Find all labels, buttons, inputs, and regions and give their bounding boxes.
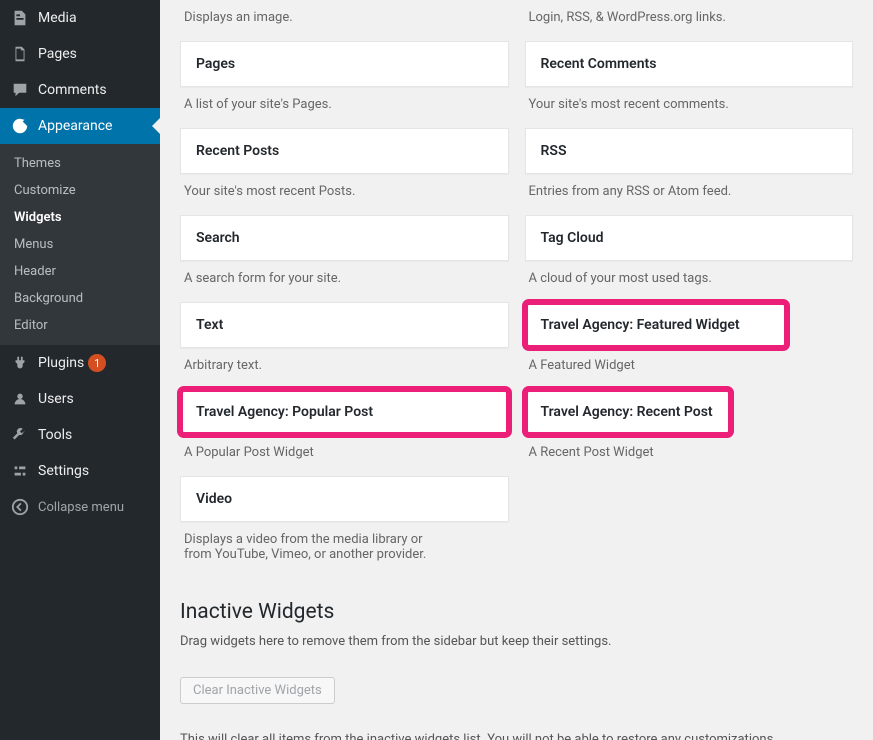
- widget-desc: Login, RSS, & WordPress.org links.: [525, 0, 854, 41]
- widget-title: RSS: [541, 143, 838, 159]
- admin-sidebar: Media Pages Comments Appearance Themes C…: [0, 0, 160, 740]
- widget-desc: A Featured Widget: [525, 348, 854, 389]
- widget-pages[interactable]: Pages: [180, 41, 509, 87]
- widget-travel-featured[interactable]: Travel Agency: Featured Widget: [525, 302, 788, 348]
- sidebar-item-media[interactable]: Media: [0, 0, 160, 36]
- pages-icon: [10, 44, 30, 64]
- widget-tag-cloud[interactable]: Tag Cloud: [525, 215, 854, 261]
- submenu-customize[interactable]: Customize: [0, 177, 160, 204]
- widget-title: Text: [196, 317, 493, 333]
- submenu-background[interactable]: Background: [0, 285, 160, 312]
- sidebar-label: Appearance: [38, 118, 112, 134]
- widget-desc: A list of your site's Pages.: [180, 87, 509, 128]
- widget-title: Travel Agency: Featured Widget: [541, 317, 772, 333]
- widget-travel-popular-post[interactable]: Travel Agency: Popular Post: [180, 389, 509, 435]
- widget-desc: A Recent Post Widget: [525, 435, 854, 476]
- inactive-widgets-section: Inactive Widgets Drag widgets here to re…: [180, 600, 853, 740]
- sidebar-item-comments[interactable]: Comments: [0, 72, 160, 108]
- widget-desc: A search form for your site.: [180, 261, 509, 302]
- widget-title: Recent Posts: [196, 143, 493, 159]
- widget-title: Video: [196, 491, 493, 507]
- widget-desc: Displays an image.: [180, 0, 509, 41]
- media-icon: [10, 8, 30, 28]
- widget-video[interactable]: Video: [180, 476, 509, 522]
- widget-desc: Entries from any RSS or Atom feed.: [525, 174, 854, 215]
- widget-desc: Your site's most recent Posts.: [180, 174, 509, 215]
- sidebar-label: Plugins: [38, 355, 84, 371]
- widget-title: Tag Cloud: [541, 230, 838, 246]
- submenu-themes[interactable]: Themes: [0, 150, 160, 177]
- sidebar-item-tools[interactable]: Tools: [0, 417, 160, 453]
- collapse-menu[interactable]: Collapse menu: [0, 489, 160, 525]
- widget-travel-recent-post[interactable]: Travel Agency: Recent Post: [525, 389, 732, 435]
- inactive-subtext: Drag widgets here to remove them from th…: [180, 634, 853, 649]
- appearance-submenu: Themes Customize Widgets Menus Header Ba…: [0, 144, 160, 345]
- appearance-icon: [10, 116, 30, 136]
- sidebar-label: Media: [38, 10, 77, 26]
- collapse-label: Collapse menu: [38, 500, 124, 515]
- sidebar-label: Users: [38, 391, 74, 407]
- tools-icon: [10, 425, 30, 445]
- plugins-update-badge: 1: [88, 354, 106, 372]
- widget-title: Recent Comments: [541, 56, 838, 72]
- sidebar-item-settings[interactable]: Settings: [0, 453, 160, 489]
- comments-icon: [10, 80, 30, 100]
- widget-title: Travel Agency: Popular Post: [196, 404, 493, 420]
- sidebar-item-plugins[interactable]: Plugins 1: [0, 345, 160, 381]
- collapse-icon: [10, 497, 30, 517]
- inactive-note: This will clear all items from the inact…: [180, 732, 853, 740]
- settings-icon: [10, 461, 30, 481]
- widget-recent-comments[interactable]: Recent Comments: [525, 41, 854, 87]
- widget-recent-posts[interactable]: Recent Posts: [180, 128, 509, 174]
- clear-inactive-button[interactable]: Clear Inactive Widgets: [180, 677, 335, 704]
- sidebar-item-pages[interactable]: Pages: [0, 36, 160, 72]
- main-content: Displays an image. Pages A list of your …: [160, 0, 873, 740]
- available-widgets: Displays an image. Pages A list of your …: [180, 0, 853, 578]
- submenu-widgets[interactable]: Widgets: [0, 204, 160, 231]
- submenu-menus[interactable]: Menus: [0, 231, 160, 258]
- sidebar-label: Pages: [38, 46, 77, 62]
- widget-desc: A cloud of your most used tags.: [525, 261, 854, 302]
- widget-desc: Displays a video from the media library …: [180, 522, 440, 578]
- widget-rss[interactable]: RSS: [525, 128, 854, 174]
- submenu-header[interactable]: Header: [0, 258, 160, 285]
- sidebar-item-users[interactable]: Users: [0, 381, 160, 417]
- sidebar-label: Comments: [38, 82, 107, 98]
- widget-title: Search: [196, 230, 493, 246]
- widget-title: Travel Agency: Recent Post: [541, 404, 716, 420]
- widgets-column-left: Displays an image. Pages A list of your …: [180, 0, 509, 578]
- widget-desc: A Popular Post Widget: [180, 435, 509, 476]
- widgets-column-right: Login, RSS, & WordPress.org links. Recen…: [525, 0, 854, 578]
- sidebar-label: Settings: [38, 463, 89, 479]
- submenu-editor[interactable]: Editor: [0, 312, 160, 339]
- widget-desc: Arbitrary text.: [180, 348, 509, 389]
- plugins-icon: [10, 353, 30, 373]
- widget-search[interactable]: Search: [180, 215, 509, 261]
- widget-text[interactable]: Text: [180, 302, 509, 348]
- sidebar-item-appearance[interactable]: Appearance: [0, 108, 160, 144]
- users-icon: [10, 389, 30, 409]
- widget-desc: Your site's most recent comments.: [525, 87, 854, 128]
- sidebar-label: Tools: [38, 427, 72, 443]
- inactive-heading: Inactive Widgets: [180, 600, 853, 624]
- widget-title: Pages: [196, 56, 493, 72]
